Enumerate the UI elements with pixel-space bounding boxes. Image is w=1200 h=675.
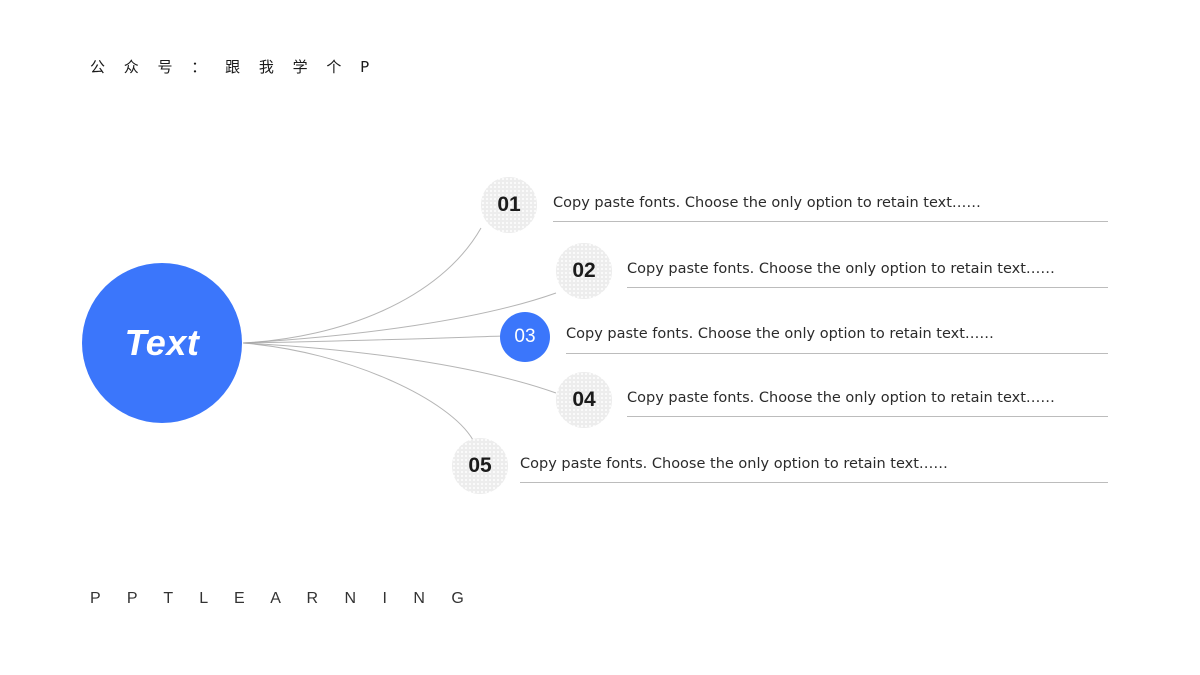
step-number-05: 05 (468, 454, 492, 477)
hub-circle[interactable]: Text (82, 263, 242, 423)
step-bubble-04[interactable]: 04 (556, 372, 612, 428)
step-text-02: Copy paste fonts. Choose the only option… (627, 261, 1055, 277)
step-bubble-01[interactable]: 01 (481, 177, 537, 233)
slide-canvas: 公 众 号 ： 跟 我 学 个 P Text 01 Copy paste fon… (0, 0, 1200, 675)
step-rule-04 (627, 416, 1108, 417)
step-text-01: Copy paste fonts. Choose the only option… (553, 195, 981, 211)
step-rule-03 (566, 353, 1108, 354)
step-number-04: 04 (572, 388, 596, 411)
step-number-01: 01 (497, 193, 521, 216)
step-number-02: 02 (572, 259, 596, 282)
hub-label: Text (124, 322, 200, 363)
step-text-04: Copy paste fonts. Choose the only option… (627, 390, 1055, 406)
step-bubble-03[interactable]: 03 (500, 312, 550, 362)
step-text-05: Copy paste fonts. Choose the only option… (520, 456, 948, 472)
header-brand-text: 公 众 号 ： 跟 我 学 个 P (90, 58, 377, 76)
step-bubble-02[interactable]: 02 (556, 243, 612, 299)
connector-line-05 (242, 342, 474, 441)
footer-brand-text: P P T L E A R N I N G (90, 590, 475, 607)
step-text-03: Copy paste fonts. Choose the only option… (566, 326, 994, 342)
connector-line-03 (242, 335, 504, 344)
step-rule-01 (553, 221, 1108, 222)
step-bubble-05[interactable]: 05 (452, 438, 508, 494)
step-number-03: 03 (514, 326, 536, 347)
step-rule-02 (627, 287, 1108, 288)
step-rule-05 (520, 482, 1108, 483)
connector-line-01 (242, 227, 482, 344)
